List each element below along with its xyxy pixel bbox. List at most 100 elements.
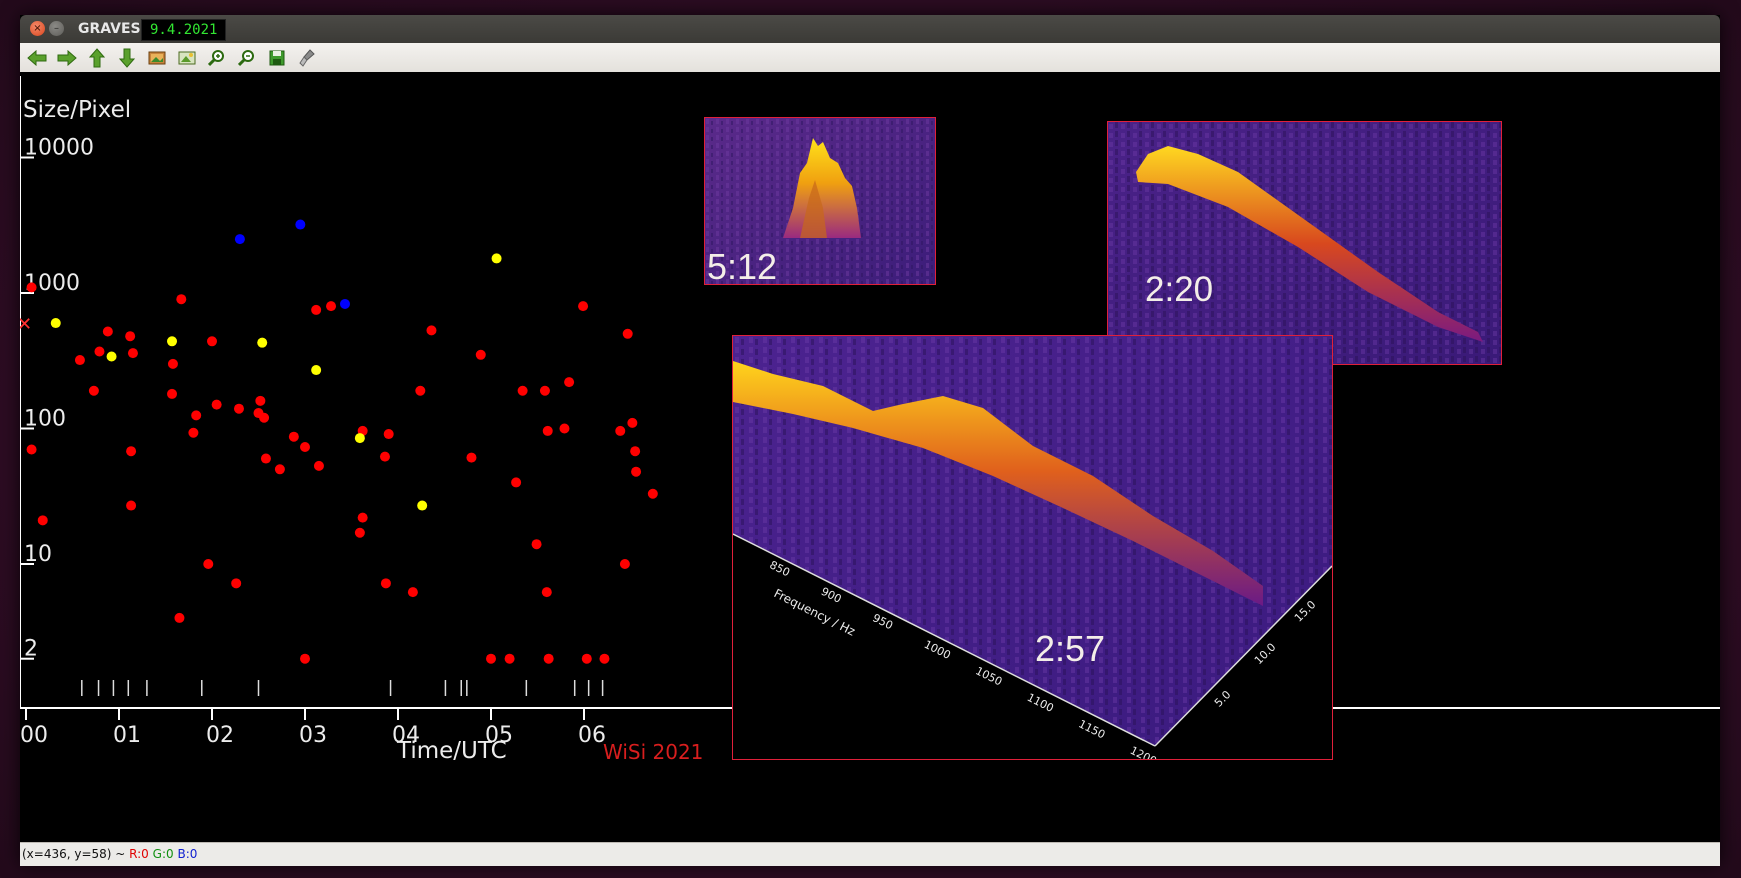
data-point	[559, 423, 570, 434]
data-point	[188, 427, 199, 438]
arrow-up-icon[interactable]	[86, 47, 108, 69]
title-bar: × – GRAVES 9.4.2021	[20, 15, 1720, 43]
inset-spectrogram-257[interactable]: 850 900 950 1000 1050 1100 1150 1200 5.0 10.0 15.…	[732, 335, 1333, 760]
arrow-down-icon[interactable]	[116, 47, 138, 69]
data-point	[167, 336, 178, 347]
arrow-right-icon[interactable]	[56, 47, 78, 69]
data-point	[234, 234, 245, 245]
credit-text: WiSi 2021	[603, 740, 703, 764]
data-point	[407, 587, 418, 598]
data-point	[203, 559, 214, 569]
data-point	[26, 444, 37, 455]
y-tick-label: 2	[24, 637, 38, 662]
data-point	[257, 337, 268, 348]
image-icon[interactable]	[146, 47, 168, 69]
data-point	[543, 653, 554, 664]
inset-spectrogram-512[interactable]: 5:12	[704, 117, 936, 285]
brush-icon[interactable]	[296, 47, 318, 69]
data-point	[94, 346, 105, 357]
close-button[interactable]: ×	[30, 21, 45, 36]
y-tick-label: 10000	[24, 136, 94, 161]
inset-spectrogram-220[interactable]: 2:20	[1107, 121, 1502, 365]
data-point	[211, 399, 222, 410]
data-point	[578, 301, 589, 312]
zoom-in-icon[interactable]	[206, 47, 228, 69]
data-point	[531, 539, 542, 550]
x-tick-label: 06	[578, 723, 606, 748]
data-point	[174, 612, 185, 623]
data-point	[466, 452, 477, 463]
data-point	[127, 348, 138, 359]
data-point	[255, 395, 266, 406]
data-point	[313, 460, 324, 471]
data-point	[383, 429, 394, 440]
data-point	[288, 431, 299, 442]
data-point	[627, 417, 638, 428]
x-tick-label: 03	[299, 723, 327, 748]
data-point	[354, 433, 365, 444]
blue-value: B:0	[177, 847, 198, 861]
data-point	[486, 653, 496, 664]
y-tick-label: 100	[24, 407, 66, 432]
data-point	[126, 446, 137, 457]
data-point	[106, 351, 117, 362]
data-point	[88, 385, 99, 396]
data-point	[233, 403, 244, 414]
x-axis-label: Time/UTC	[396, 738, 507, 764]
save-icon[interactable]	[266, 47, 288, 69]
data-point	[26, 282, 37, 293]
data-point	[311, 304, 322, 315]
arrow-left-icon[interactable]	[26, 47, 48, 69]
data-point	[37, 515, 48, 526]
data-point	[631, 466, 642, 477]
data-point	[511, 477, 522, 488]
window-title: GRAVES	[78, 21, 141, 37]
green-value: G:0	[152, 847, 174, 861]
spectrogram-220-image	[1108, 122, 1501, 364]
data-point	[167, 358, 178, 369]
data-point	[176, 294, 187, 305]
data-point	[379, 451, 390, 462]
data-point	[426, 325, 437, 336]
data-point	[274, 464, 285, 475]
y-tick-label: 10	[24, 542, 52, 567]
chart-points	[26, 219, 658, 664]
data-point	[541, 587, 552, 598]
data-point	[311, 365, 322, 376]
data-point	[622, 328, 633, 339]
data-point	[357, 512, 368, 523]
data-point	[125, 331, 136, 342]
app-window: × – GRAVES 9.4.2021 10000 1000 100 10 2 …	[20, 15, 1720, 866]
inset-label-220: 2:20	[1145, 270, 1214, 309]
toolbar	[20, 43, 1720, 73]
data-point	[417, 500, 428, 511]
date-display: 9.4.2021	[141, 19, 227, 41]
x-tick-label: 01	[113, 723, 141, 748]
minimize-button[interactable]: –	[49, 21, 64, 36]
data-point	[630, 446, 641, 457]
y-axis-label: Size/Pixel	[23, 97, 131, 123]
x-tick-label: 02	[206, 723, 234, 748]
data-point	[542, 425, 553, 436]
data-point	[615, 425, 626, 436]
data-point	[599, 653, 610, 664]
data-point	[581, 653, 592, 664]
data-point	[207, 336, 217, 347]
zoom-out-icon[interactable]	[236, 47, 258, 69]
data-point	[295, 219, 306, 230]
data-point	[126, 500, 137, 511]
data-point	[619, 559, 630, 569]
image-view-icon[interactable]	[176, 47, 198, 69]
data-point	[517, 385, 528, 396]
data-point	[475, 349, 486, 360]
data-point	[300, 442, 310, 453]
plot-area[interactable]: 10000 1000 100 10 2 00 01 02 03 04 05 06 ✕ Size/Pixe…	[20, 72, 1720, 857]
spectrogram-257-image: 85090095010001050110011501200 5.010.015.…	[733, 336, 1332, 759]
data-point	[504, 653, 515, 664]
data-point	[50, 318, 61, 329]
reference-marker: ✕	[20, 314, 32, 335]
data-point	[647, 488, 658, 499]
data-point	[102, 326, 113, 337]
data-point	[415, 385, 426, 396]
status-bar: (x=436, y=58) ~ R:0 G:0 B:0	[20, 842, 1720, 866]
